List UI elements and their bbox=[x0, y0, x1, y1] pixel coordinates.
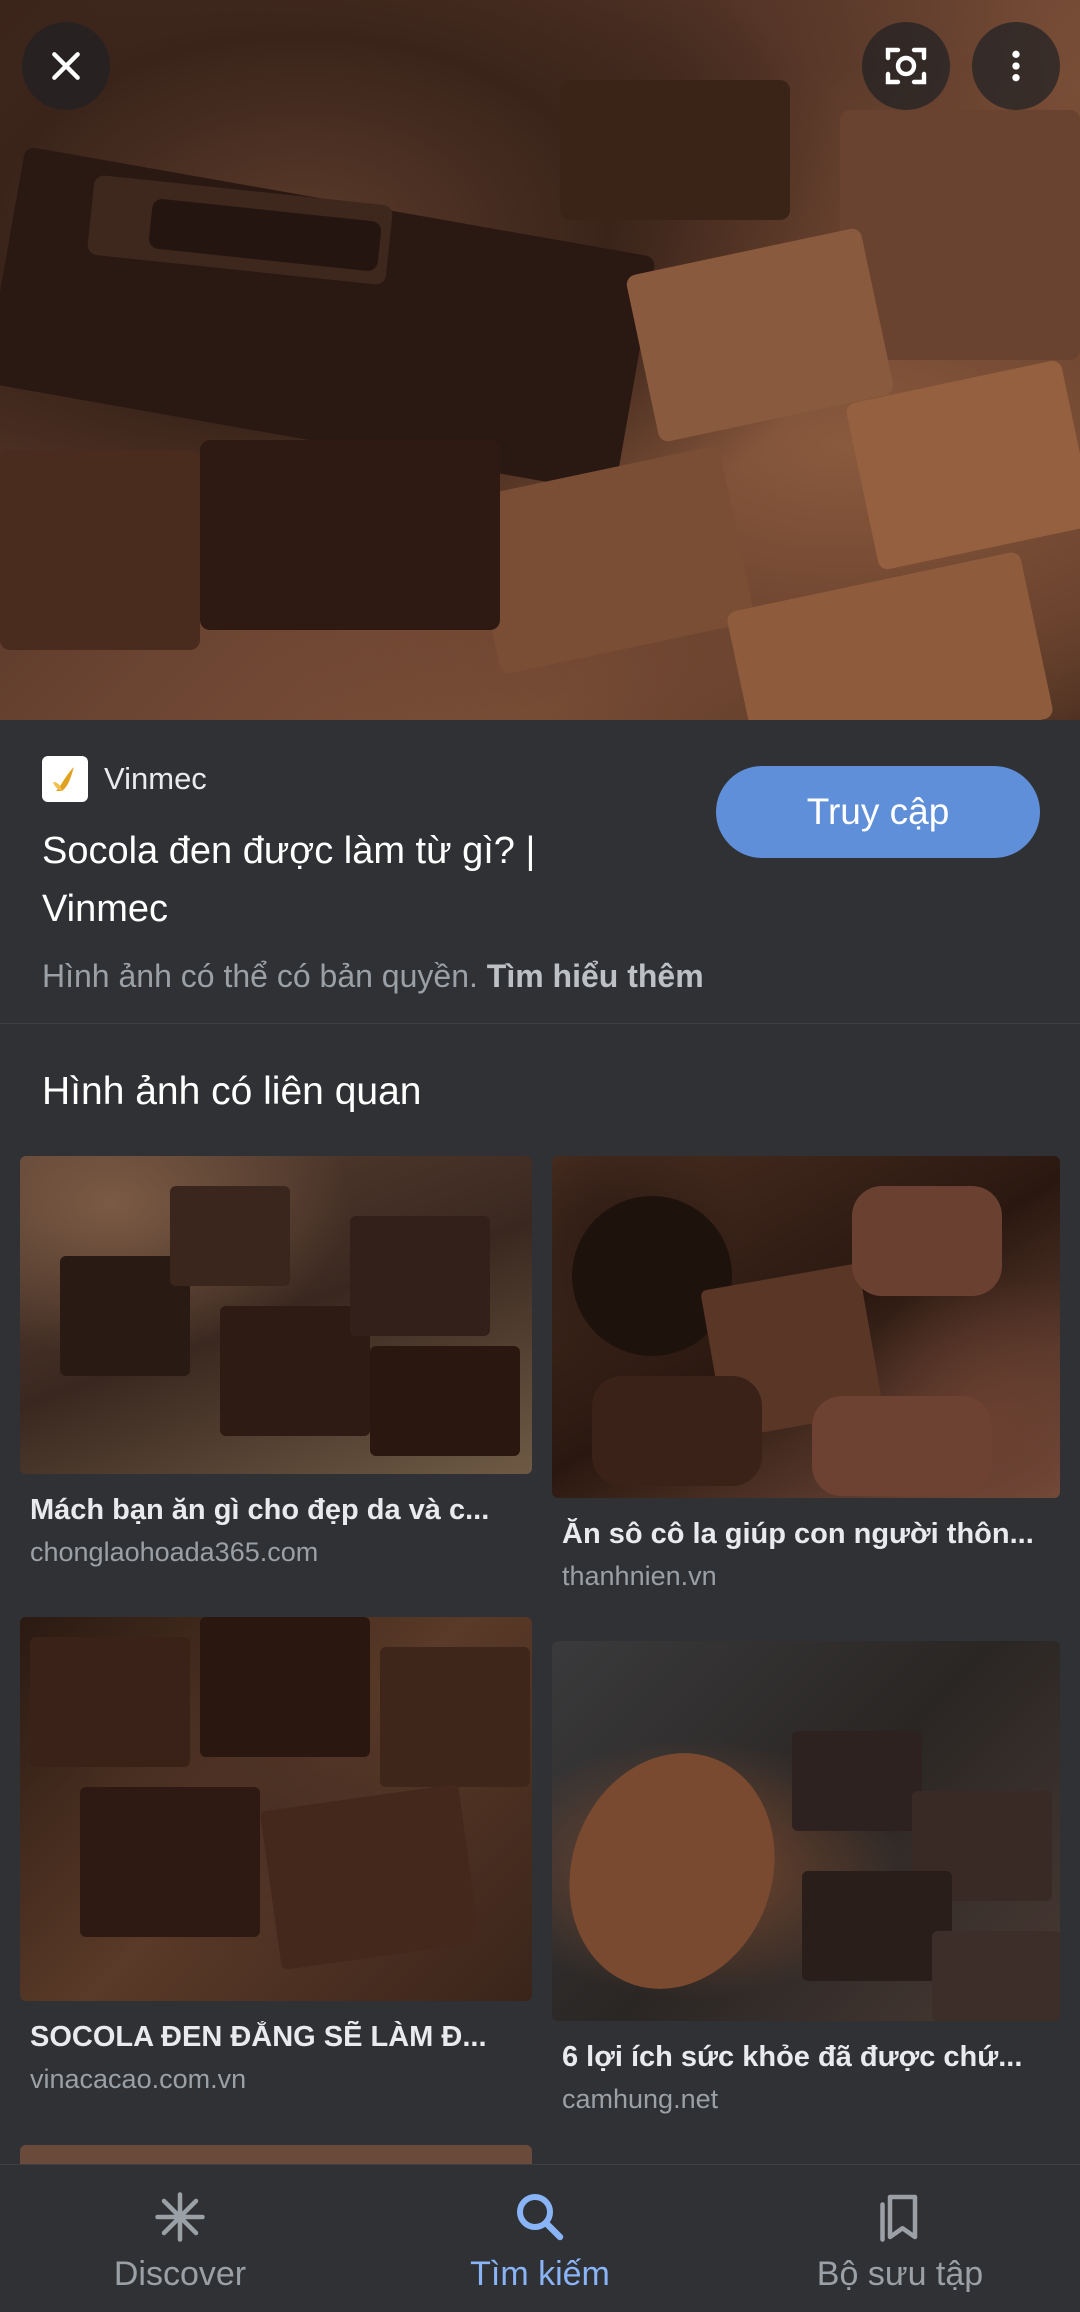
search-icon bbox=[517, 2194, 564, 2241]
related-domain: thanhnien.vn bbox=[562, 1561, 717, 1591]
nav-label: Discover bbox=[113, 2255, 247, 2293]
lens-icon bbox=[885, 47, 927, 85]
related-thumbnail[interactable] bbox=[552, 1641, 1060, 2021]
close-icon bbox=[52, 52, 80, 80]
related-image-card[interactable]: Ăn sô cô la giúp con người thôn... thanh… bbox=[552, 1156, 1060, 1592]
copyright-text: Hình ảnh có thể có bản quyền. bbox=[42, 958, 478, 994]
nav-label: Bộ sưu tập bbox=[816, 2255, 984, 2293]
vinmec-logo-icon bbox=[53, 767, 74, 791]
bottom-navigation: Discover Tìm kiếm Bộ sưu tập bbox=[0, 2164, 1080, 2312]
hero-image[interactable] bbox=[0, 0, 1080, 720]
related-domain: vinacacao.com.vn bbox=[30, 2064, 247, 2094]
more-options-button[interactable] bbox=[972, 22, 1060, 110]
page-title[interactable]: Socola đen được làm từ gì? | Vinmec bbox=[42, 822, 662, 938]
related-image-card[interactable]: Mách bạn ăn gì cho đẹp da và c... chongl… bbox=[20, 1156, 532, 1568]
related-title: SOCOLA ĐEN ĐẮNG SẼ LÀM Đ... bbox=[30, 2021, 487, 2053]
lens-button[interactable] bbox=[862, 22, 950, 110]
related-image-card[interactable]: SOCOLA ĐEN ĐẮNG SẼ LÀM Đ... vinacacao.co… bbox=[20, 1617, 532, 2095]
related-title: Mách bạn ăn gì cho đẹp da và c... bbox=[30, 1494, 490, 1526]
visit-button[interactable]: Truy cập bbox=[716, 766, 1040, 858]
nav-collections[interactable]: Bộ sưu tập bbox=[720, 2165, 1080, 2312]
site-name: Vinmec bbox=[104, 761, 207, 796]
nav-discover[interactable]: Discover bbox=[0, 2165, 360, 2312]
collections-icon bbox=[880, 2194, 918, 2242]
related-images-heading: Hình ảnh có liên quan bbox=[42, 1070, 422, 1113]
source-site[interactable]: Vinmec bbox=[42, 756, 207, 802]
related-image-card[interactable]: 6 lợi ích sức khỏe đã được chứ... camhun… bbox=[552, 1641, 1060, 2115]
copyright-notice: Hình ảnh có thể có bản quyền. Tìm hiểu t… bbox=[42, 958, 704, 995]
close-button[interactable] bbox=[22, 22, 110, 110]
related-domain: chonglaohoada365.com bbox=[30, 1537, 319, 1567]
related-thumbnail[interactable] bbox=[552, 1156, 1060, 1498]
related-domain: camhung.net bbox=[562, 2084, 719, 2114]
source-panel: Vinmec Socola đen được làm từ gì? | Vinm… bbox=[0, 720, 1080, 1024]
nav-search[interactable]: Tìm kiếm bbox=[360, 2165, 720, 2312]
screen: Vinmec Socola đen được làm từ gì? | Vinm… bbox=[0, 0, 1080, 2312]
related-title: Ăn sô cô la giúp con người thôn... bbox=[562, 1518, 1034, 1550]
nav-label: Tìm kiếm bbox=[470, 2255, 610, 2293]
learn-more-link[interactable]: Tìm hiểu thêm bbox=[487, 958, 704, 994]
related-thumbnail[interactable] bbox=[20, 1617, 532, 2001]
related-title: 6 lợi ích sức khỏe đã được chứ... bbox=[562, 2041, 1023, 2073]
asterisk-icon bbox=[155, 2192, 205, 2242]
more-vert-icon bbox=[1012, 50, 1020, 82]
site-logo bbox=[42, 756, 88, 802]
related-thumbnail[interactable] bbox=[20, 1156, 532, 1474]
